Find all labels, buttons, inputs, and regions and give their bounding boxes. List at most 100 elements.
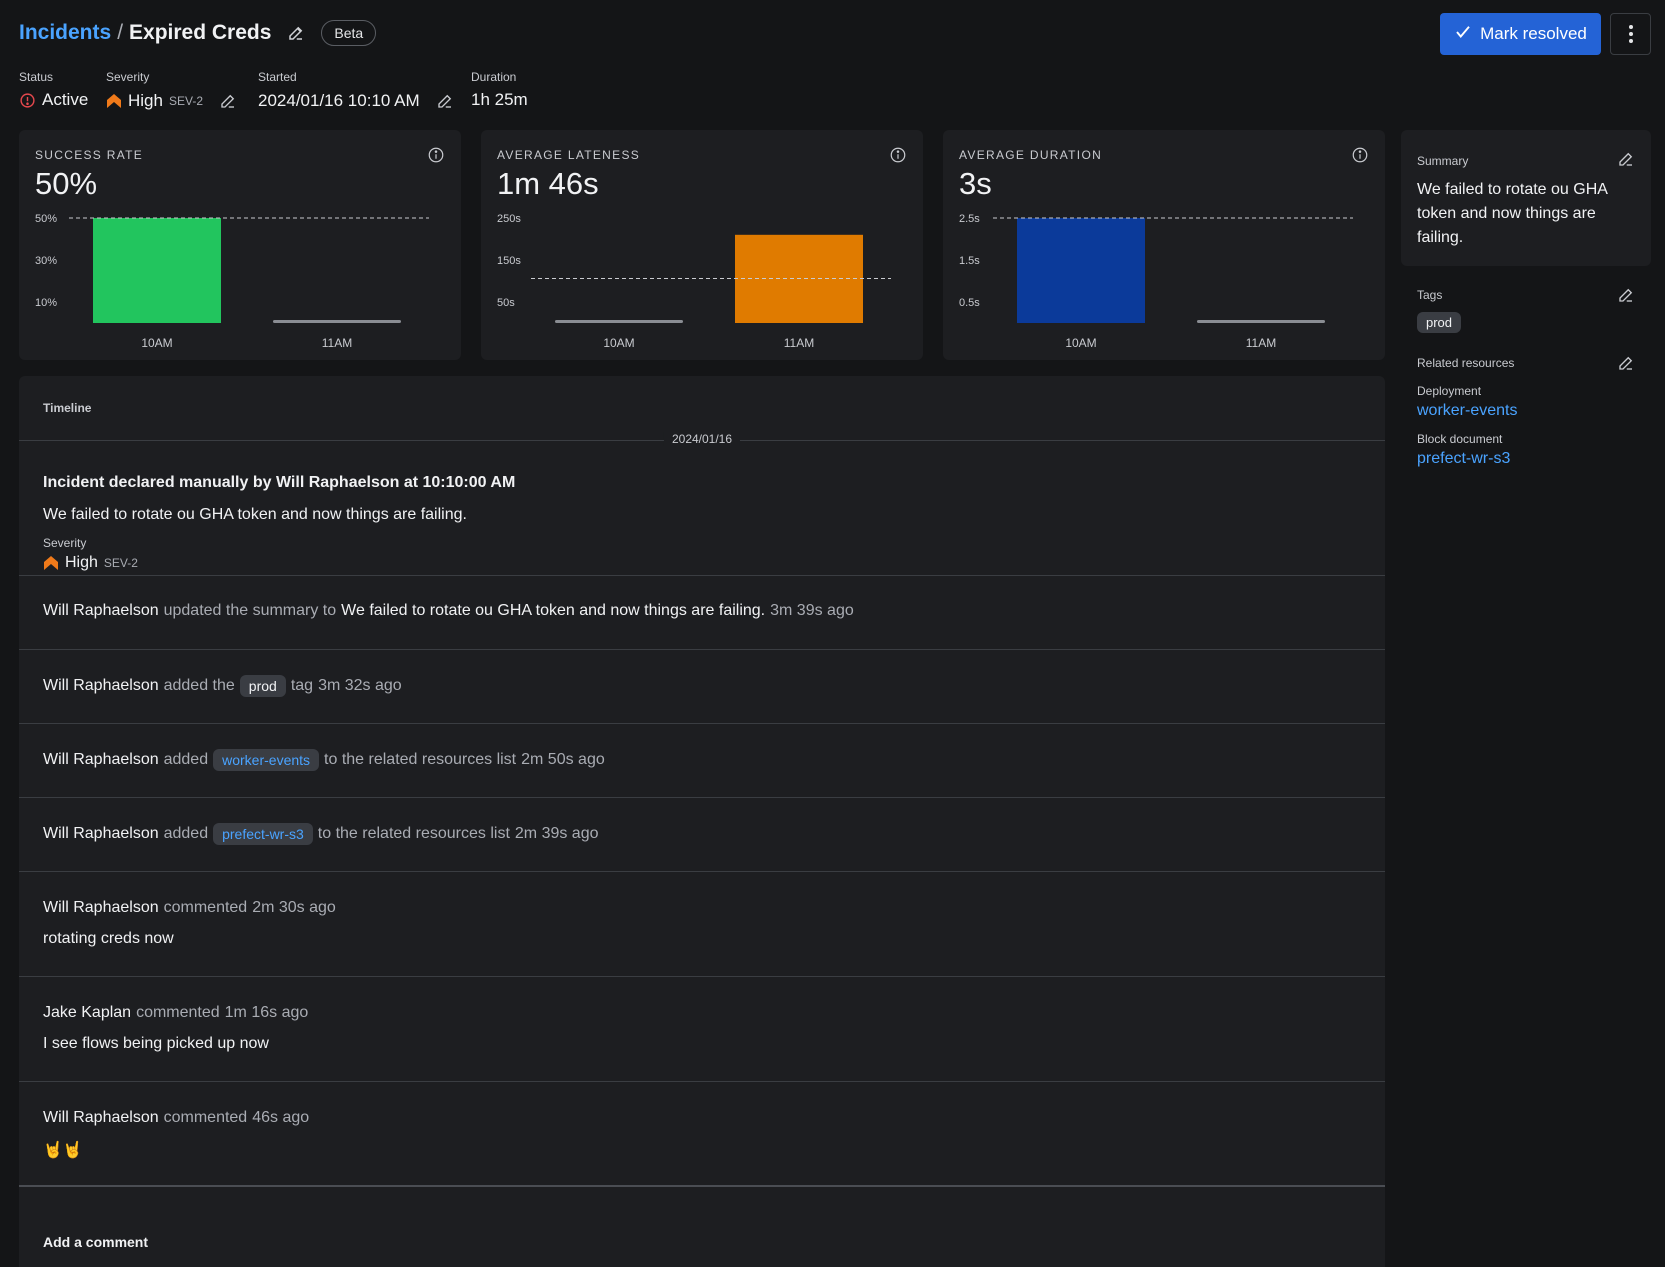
success-rate-card: SUCCESS RATE 50% 50% 30% 10% 10AM 11AM (19, 130, 461, 360)
average-lateness-chart: 250s 150s 50s 10AM 11AM (497, 213, 891, 350)
kebab-icon (1628, 25, 1633, 43)
y-tick-label: 2.5s (959, 213, 980, 225)
started-field: Started 2024/01/16 10:10 AM (258, 70, 471, 112)
check-icon (1454, 23, 1472, 46)
severity-value: High (128, 91, 163, 110)
event-action: added (163, 751, 209, 768)
comment-text: 🤘🤘 (43, 1142, 83, 1159)
event-resource-chip[interactable]: prefect-wr-s3 (213, 823, 313, 845)
y-tick-label: 50s (497, 297, 515, 309)
edit-title-icon[interactable] (285, 22, 307, 44)
beta-badge: Beta (321, 20, 377, 46)
event-action: added the (163, 677, 235, 694)
x-tick-label: 10AM (141, 336, 172, 350)
edit-summary-icon[interactable] (1617, 150, 1635, 173)
x-tick-label: 11AM (784, 336, 814, 350)
declared-text: We failed to rotate ou GHA token and now… (43, 506, 467, 523)
resource-link-worker-events[interactable]: worker-events (1417, 402, 1635, 420)
declared-severity-label: Severity (43, 536, 87, 550)
timeline-event: Will Raphaelson added the prod tag 3m 32… (19, 650, 1385, 724)
y-tick-label: 30% (35, 255, 57, 267)
tags-section: Tags prod (1417, 288, 1635, 333)
comment-action: commented (136, 1004, 220, 1021)
status-value: Active (42, 90, 89, 109)
comment-user: Will Raphaelson (43, 1109, 159, 1126)
mark-resolved-button[interactable]: Mark resolved (1440, 13, 1601, 55)
edit-tags-icon[interactable] (1617, 286, 1635, 309)
more-options-button[interactable] (1610, 13, 1651, 55)
timeline-title: Timeline (43, 401, 92, 415)
chart-bar-empty (273, 320, 401, 323)
breadcrumb-separator: / (117, 21, 124, 44)
y-tick-label: 0.5s (959, 297, 980, 309)
event-user: Will Raphaelson (43, 825, 159, 842)
event-time: 2m 50s ago (521, 751, 605, 768)
success-rate-chart: 50% 30% 10% 10AM 11AM (35, 213, 429, 350)
started-value: 2024/01/16 10:10 AM (258, 91, 420, 110)
declared-severity-value: High (65, 554, 98, 571)
event-after: to the related resources list (324, 751, 517, 768)
x-tick-label: 10AM (1065, 336, 1096, 350)
event-time: 3m 32s ago (318, 677, 402, 694)
resource-type: Block document (1417, 432, 1503, 446)
chart-bar (1017, 218, 1145, 323)
add-comment-label[interactable]: Add a comment (43, 1234, 148, 1250)
y-tick-label: 10% (35, 297, 57, 309)
severity-label: Severity (106, 70, 150, 84)
status-field: Status Active (19, 70, 106, 112)
tag-prod[interactable]: prod (1417, 312, 1462, 333)
summary-panel: Summary We failed to rotate ou GHA token… (1401, 130, 1651, 266)
event-content: We failed to rotate ou GHA token and now… (341, 602, 766, 619)
incident-meta: Status Active Severity High SEV-2 Starte… (19, 70, 528, 112)
page-header: Incidents / Expired Creds Beta Mark reso… (19, 13, 1651, 58)
duration-label: Duration (471, 70, 517, 84)
comment-time: 2m 30s ago (252, 899, 336, 916)
comment-action: commented (163, 1109, 248, 1126)
event-resource-chip[interactable]: worker-events (213, 749, 320, 771)
timeline-comment: Will Raphaelson commented 46s ago 🤘🤘 (19, 1082, 1385, 1187)
page-title: Expired Creds (129, 21, 272, 44)
breadcrumb-incidents-link[interactable]: Incidents (19, 21, 111, 45)
edit-related-resources-icon[interactable] (1617, 354, 1635, 377)
event-user: Will Raphaelson (43, 751, 159, 768)
average-lateness-card: AVERAGE LATENESS 1m 46s 250s 150s 50s 10AM 1… (481, 130, 923, 360)
alert-circle-icon (20, 92, 35, 108)
summary-text: We failed to rotate ou GHA token and now… (1417, 181, 1608, 246)
tags-label: Tags (1417, 288, 1443, 302)
severity-high-icon (107, 94, 121, 108)
comment-user: Jake Kaplan (43, 1004, 132, 1021)
event-after: tag (290, 677, 314, 694)
related-resources-section: Related resources Deployment worker-even… (1417, 356, 1635, 468)
x-tick-label: 11AM (1246, 336, 1276, 350)
timeline-event: Will Raphaelson added worker-events to t… (19, 724, 1385, 798)
event-action: added (163, 825, 209, 842)
declared-severity-level: SEV-2 (103, 556, 138, 570)
severity-level: SEV-2 (168, 94, 203, 108)
comment-text: rotating creds now (43, 930, 174, 947)
edit-severity-icon[interactable] (217, 90, 239, 112)
summary-label: Summary (1417, 154, 1469, 168)
y-tick-label: 250s (497, 213, 521, 225)
timeline-event: Will Raphaelson added prefect-wr-s3 to t… (19, 798, 1385, 872)
edit-started-icon[interactable] (434, 90, 456, 112)
event-after: to the related resources list (317, 825, 510, 842)
severity-high-icon (44, 556, 58, 570)
timeline-panel: Timeline 2024/01/16 Incident declared ma… (19, 376, 1385, 1267)
duration-field: Duration 1h 25m (471, 70, 528, 112)
breadcrumb: Incidents / Expired Creds Beta (19, 20, 377, 46)
average-duration-card: AVERAGE DURATION 3s 2.5s 1.5s 0.5s 10AM 11AM (943, 130, 1385, 360)
resource-type: Deployment (1417, 384, 1482, 398)
average-duration-chart: 2.5s 1.5s 0.5s 10AM 11AM (959, 213, 1353, 350)
event-action: updated the summary to (163, 602, 337, 619)
y-tick-label: 50% (35, 213, 57, 225)
chart-bar-empty (555, 320, 683, 323)
event-tag-chip[interactable]: prod (239, 675, 286, 697)
x-tick-label: 11AM (322, 336, 352, 350)
comment-user: Will Raphaelson (43, 899, 159, 916)
comment-time: 46s ago (252, 1109, 310, 1126)
timeline-comment: Will Raphaelson commented 2m 30s ago rot… (19, 872, 1385, 977)
duration-value: 1h 25m (471, 90, 528, 109)
timeline-comment: Jake Kaplan commented 1m 16s ago I see f… (19, 977, 1385, 1082)
severity-field: Severity High SEV-2 (106, 70, 258, 112)
resource-link-prefect-wr-s3[interactable]: prefect-wr-s3 (1417, 450, 1635, 468)
